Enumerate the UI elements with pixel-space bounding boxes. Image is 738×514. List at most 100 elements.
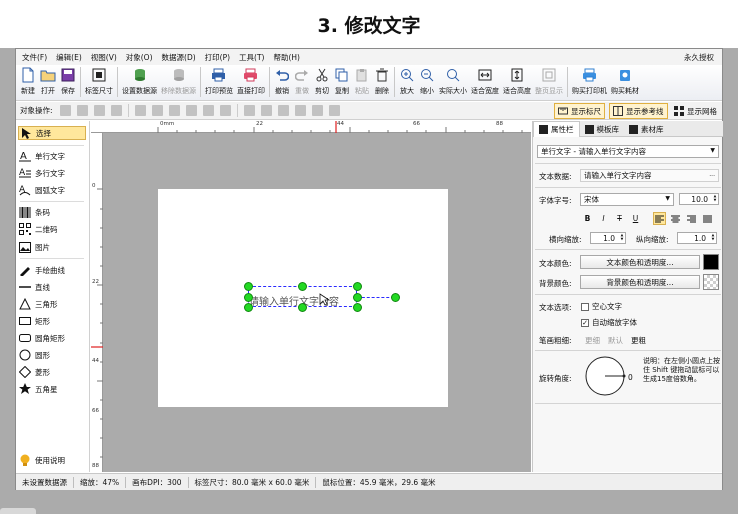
resize-handle-bottom[interactable] xyxy=(298,303,307,312)
tool-circle[interactable]: 圆形 xyxy=(18,348,86,362)
show-grid-toggle[interactable]: 显示网格 xyxy=(670,103,721,119)
tool-barcode[interactable]: 条码 xyxy=(18,205,86,219)
align-left-button[interactable] xyxy=(653,212,666,225)
italic-button[interactable]: I xyxy=(597,212,610,225)
align-center-button[interactable] xyxy=(669,212,682,225)
bg-color-button[interactable]: 背景颜色和透明度... xyxy=(580,275,700,289)
open-button[interactable]: 打开 xyxy=(38,65,58,99)
copy-button[interactable]: 复制 xyxy=(332,65,352,99)
tool-rounded-rect[interactable]: 圆角矩形 xyxy=(18,331,86,345)
tool-multi-line-text[interactable]: A 多行文字 xyxy=(18,166,86,180)
distribute-v-icon[interactable] xyxy=(260,105,272,116)
tool-diamond[interactable]: 菱形 xyxy=(18,365,86,379)
strikethrough-button[interactable]: T xyxy=(613,212,626,225)
tool-single-line-text[interactable]: A 单行文字 xyxy=(18,149,86,163)
buy-supplies-button[interactable]: 购买耗材 xyxy=(609,65,641,99)
stroke-default-button[interactable]: 默认 xyxy=(608,335,623,346)
bg-color-swatch[interactable] xyxy=(703,274,719,290)
tab-properties[interactable]: 属性栏 xyxy=(533,121,580,137)
text-color-swatch[interactable] xyxy=(703,254,719,270)
object-select[interactable]: 单行文字 - 请输入单行文字内容 ▼ xyxy=(537,145,719,158)
tab-templates[interactable]: 模板库 xyxy=(580,121,625,137)
actual-size-button[interactable]: 实际大小 xyxy=(437,65,469,99)
tool-arc-text[interactable]: A 圆弧文字 xyxy=(18,183,86,197)
resize-handle-top-right[interactable] xyxy=(353,282,362,291)
tool-freehand[interactable]: 手绘曲线 xyxy=(18,263,86,277)
same-height-icon[interactable] xyxy=(294,105,306,116)
resize-handle-bottom-left[interactable] xyxy=(244,303,253,312)
font-family-select[interactable]: 宋体 ▼ xyxy=(580,193,674,206)
license-status[interactable]: 永久授权 xyxy=(684,52,714,63)
align-right-icon[interactable] xyxy=(168,105,180,116)
stroke-thicker-button[interactable]: 更粗 xyxy=(631,335,646,346)
canvas-area[interactable]: 0mm 22 44 66 88 0 22 44 66 88 请输入单行文字内容 xyxy=(91,121,531,472)
direct-print-button[interactable]: 直接打印 xyxy=(235,65,267,99)
full-page-button[interactable]: 整页显示 xyxy=(533,65,565,99)
tool-help[interactable]: 使用说明 xyxy=(18,453,86,467)
show-ruler-toggle[interactable]: 显示标尺 xyxy=(554,103,605,119)
tool-line[interactable]: 直线 xyxy=(18,280,86,294)
buy-printer-button[interactable]: 购买打印机 xyxy=(570,65,609,99)
tool-image[interactable]: 图片 xyxy=(18,240,86,254)
auto-scale-font-checkbox[interactable]: ✓ 自动缩放字体 xyxy=(581,317,637,328)
tool-select[interactable]: 选择 xyxy=(18,126,86,140)
menu-datasource[interactable]: 数据源(D) xyxy=(162,52,196,63)
align-left-icon[interactable] xyxy=(134,105,146,116)
set-datasource-button[interactable]: 设置数据源 xyxy=(120,65,159,99)
rotation-dial[interactable] xyxy=(583,353,629,399)
align-top-icon[interactable] xyxy=(185,105,197,116)
align-center-icon[interactable] xyxy=(151,105,163,116)
label-sheet[interactable]: 请输入单行文字内容 xyxy=(158,189,448,407)
align-middle-icon[interactable] xyxy=(202,105,214,116)
resize-handle-left[interactable] xyxy=(244,293,253,302)
same-width-icon[interactable] xyxy=(277,105,289,116)
align-right-button[interactable] xyxy=(685,212,698,225)
redo-button[interactable]: 重做 xyxy=(292,65,312,99)
text-data-more-button[interactable]: ... xyxy=(709,171,715,178)
zoom-in-button[interactable]: 放大 xyxy=(397,65,417,99)
tool-qrcode[interactable]: 二维码 xyxy=(18,222,86,236)
layer-down-icon[interactable] xyxy=(110,105,122,116)
print-preview-button[interactable]: 打印预览 xyxy=(203,65,235,99)
fit-height-button[interactable]: 适合高度 xyxy=(501,65,533,99)
tool-star[interactable]: 五角星 xyxy=(18,382,86,396)
send-back-icon[interactable] xyxy=(76,105,88,116)
align-justify-button[interactable] xyxy=(701,212,714,225)
layer-up-icon[interactable] xyxy=(93,105,105,116)
delete-button[interactable]: 删除 xyxy=(372,65,392,99)
distribute-h-icon[interactable] xyxy=(243,105,255,116)
rotation-handle[interactable] xyxy=(391,293,400,302)
same-size-icon[interactable] xyxy=(311,105,323,116)
font-size-spinner[interactable]: 10.0 xyxy=(679,193,719,205)
align-bottom-icon[interactable] xyxy=(219,105,231,116)
resize-handle-right[interactable] xyxy=(353,293,362,302)
menu-file[interactable]: 文件(F) xyxy=(22,52,47,63)
paste-button[interactable]: 粘贴 xyxy=(352,65,372,99)
resize-handle-top-left[interactable] xyxy=(244,282,253,291)
new-button[interactable]: 新建 xyxy=(18,65,38,99)
hollow-text-checkbox[interactable]: 空心文字 xyxy=(581,301,622,312)
label-size-button[interactable]: 标签尺寸 xyxy=(83,65,115,99)
menu-tools[interactable]: 工具(T) xyxy=(239,52,264,63)
resize-handle-top[interactable] xyxy=(298,282,307,291)
remove-datasource-button[interactable]: 移除数据源 xyxy=(159,65,198,99)
menu-print[interactable]: 打印(P) xyxy=(205,52,230,63)
bold-button[interactable]: B xyxy=(581,212,594,225)
menu-help[interactable]: 帮助(H) xyxy=(273,52,300,63)
menu-object[interactable]: 对象(O) xyxy=(126,52,153,63)
cut-button[interactable]: 剪切 xyxy=(312,65,332,99)
save-button[interactable]: 保存 xyxy=(58,65,78,99)
resize-handle-bottom-right[interactable] xyxy=(353,303,362,312)
undo-button[interactable]: 撤销 xyxy=(272,65,292,99)
tool-triangle[interactable]: 三角形 xyxy=(18,297,86,311)
lock-icon[interactable] xyxy=(328,105,340,116)
v-scale-spinner[interactable]: 1.0 xyxy=(677,232,717,244)
tool-rectangle[interactable]: 矩形 xyxy=(18,314,86,328)
menu-view[interactable]: 视图(V) xyxy=(91,52,117,63)
zoom-out-button[interactable]: 缩小 xyxy=(417,65,437,99)
h-scale-spinner[interactable]: 1.0 xyxy=(590,232,626,244)
fit-width-button[interactable]: 适合宽度 xyxy=(469,65,501,99)
text-color-button[interactable]: 文本颜色和透明度... xyxy=(580,255,700,269)
stroke-thinner-button[interactable]: 更细 xyxy=(585,335,600,346)
show-guides-toggle[interactable]: 显示参考线 xyxy=(609,103,668,119)
